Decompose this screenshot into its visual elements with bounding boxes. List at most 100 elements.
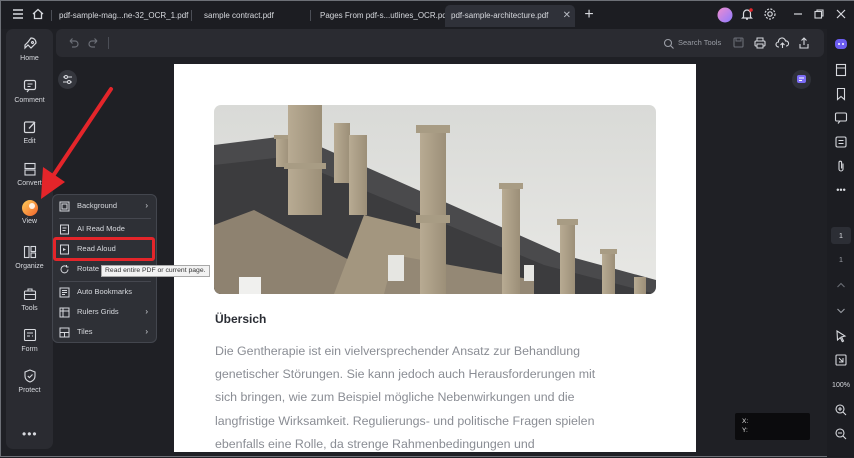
app-window: pdf-sample-mag...ne-32_OCR_1.pdf sample … xyxy=(0,0,854,457)
zoom-in-icon[interactable] xyxy=(834,403,848,417)
restore-window-icon[interactable] xyxy=(811,7,827,23)
sidebar-item-label: Edit xyxy=(23,138,36,145)
hamburger-menu-icon[interactable] xyxy=(10,7,26,23)
undo-icon[interactable] xyxy=(66,36,80,55)
sidebar-item-form[interactable]: Form xyxy=(6,327,53,363)
menu-item-background[interactable]: Background › xyxy=(53,196,156,216)
sliders-icon xyxy=(63,75,72,84)
page-number-box[interactable]: 1 xyxy=(831,227,851,244)
sidebar-item-comment[interactable]: Comment xyxy=(6,78,53,114)
tab-document-2[interactable]: sample contract.pdf xyxy=(198,5,308,27)
menu-item-label: Rotate xyxy=(77,264,100,273)
thumbnails-icon[interactable] xyxy=(834,63,848,77)
submenu-arrow-icon: › xyxy=(145,201,148,210)
search-icon[interactable] xyxy=(663,37,675,55)
tab-document-1[interactable]: pdf-sample-mag...ne-32_OCR_1.pdf xyxy=(53,5,188,27)
sidebar-item-organize[interactable]: Organize xyxy=(6,244,53,280)
menu-item-rulers-grids[interactable]: Rulers Grids › xyxy=(53,302,156,322)
tab-label: pdf-sample-mag...ne-32_OCR_1.pdf xyxy=(59,11,189,20)
avatar[interactable] xyxy=(717,7,733,23)
sidebar-item-label: Organize xyxy=(15,263,44,270)
sidebar-item-label: Form xyxy=(21,346,38,353)
upload-cloud-icon[interactable] xyxy=(775,36,790,55)
select-cursor-icon[interactable] xyxy=(834,329,848,343)
page-count: 1 xyxy=(838,255,844,264)
save-icon[interactable] xyxy=(732,36,745,54)
attachment-icon[interactable] xyxy=(834,159,848,173)
ai-read-mode-icon xyxy=(60,224,69,235)
architecture-photo xyxy=(214,105,656,294)
convert-icon xyxy=(23,162,36,176)
x-coordinate-label: X: xyxy=(742,418,749,425)
view-settings-button[interactable] xyxy=(58,70,77,89)
chevron-down-icon[interactable] xyxy=(834,304,848,318)
share-icon[interactable] xyxy=(797,36,811,55)
y-coordinate-label: Y: xyxy=(742,427,748,434)
sidebar-item-label: Convert xyxy=(17,180,42,187)
minimize-icon[interactable] xyxy=(790,7,806,23)
document-toolbar: Search Tools xyxy=(56,29,824,57)
tools-icon xyxy=(23,288,36,301)
home-icon[interactable] xyxy=(30,7,46,23)
sidebar-item-label: View xyxy=(21,218,38,225)
pdf-page: Übersich Die Gentherapie ist ein vielver… xyxy=(174,64,696,452)
tab-label: Pages From pdf-s...utlines_OCR.pdf xyxy=(320,11,449,20)
sidebar-item-label: Protect xyxy=(18,387,41,394)
sidebar-item-tools[interactable]: Tools xyxy=(6,286,53,322)
close-window-icon[interactable] xyxy=(833,7,849,23)
ai-assistant-button[interactable] xyxy=(792,70,811,89)
fields-icon[interactable] xyxy=(834,135,848,149)
title-bar: pdf-sample-mag...ne-32_OCR_1.pdf sample … xyxy=(1,1,854,29)
fit-page-icon[interactable] xyxy=(834,353,848,367)
more-options-icon[interactable]: ••• xyxy=(22,427,38,441)
add-tab-icon[interactable]: + xyxy=(581,7,597,23)
sidebar-item-convert[interactable]: Convert xyxy=(6,161,53,197)
sidebar-item-view[interactable]: View xyxy=(6,199,53,235)
tab-label: pdf-sample-architecture.pdf xyxy=(451,11,549,20)
sidebar-item-edit[interactable]: Edit xyxy=(6,119,53,155)
redo-icon[interactable] xyxy=(87,36,101,55)
right-sidebar: ••• 1 1 100% xyxy=(827,29,854,457)
tab-document-active[interactable]: pdf-sample-architecture.pdf ✕ xyxy=(445,5,575,27)
menu-item-ai-read-mode[interactable]: AI Read Mode xyxy=(53,219,156,239)
search-tools-label[interactable]: Search Tools xyxy=(678,38,721,47)
menu-item-auto-bookmarks[interactable]: Auto Bookmarks xyxy=(53,282,156,302)
more-panels-icon[interactable]: ••• xyxy=(834,183,848,197)
notification-bell-icon[interactable] xyxy=(739,7,755,23)
rulers-grids-icon xyxy=(59,307,70,318)
bookmark-icon[interactable] xyxy=(834,87,848,101)
comment-icon xyxy=(23,79,36,93)
organize-icon xyxy=(23,245,36,259)
paragraph-line: ebenfalls eine Rolle, da strenge Rahmenb… xyxy=(215,436,535,451)
sidebar-item-label: Tools xyxy=(21,305,38,312)
zoom-out-icon[interactable] xyxy=(834,427,848,441)
tab-document-3[interactable]: Pages From pdf-s...utlines_OCR.pdf xyxy=(314,5,449,27)
coordinates-readout: X: Y: xyxy=(735,413,810,440)
chevron-up-icon[interactable] xyxy=(834,278,848,292)
comments-panel-icon[interactable] xyxy=(834,111,848,125)
paragraph-line: genetischer Störungen. Sie kann jedoch a… xyxy=(215,367,596,382)
protect-icon xyxy=(23,369,36,383)
rotate-icon xyxy=(60,265,69,274)
view-icon xyxy=(21,200,38,216)
zoom-level[interactable]: 100% xyxy=(829,377,853,394)
close-tab-icon[interactable]: ✕ xyxy=(563,5,571,27)
paragraph-line: sich bringen, wie zum Beispiel mögliche … xyxy=(215,390,575,405)
print-icon[interactable] xyxy=(753,36,767,55)
menu-item-label: AI Read Mode xyxy=(77,224,125,233)
sidebar-item-home[interactable]: Home xyxy=(6,36,53,72)
section-heading: Übersich xyxy=(215,312,267,326)
left-sidebar: Home Comment Edit Convert View Organize … xyxy=(6,29,53,449)
rocket-icon xyxy=(23,37,37,50)
menu-item-label: Auto Bookmarks xyxy=(77,287,133,296)
settings-gear-icon[interactable] xyxy=(762,7,778,23)
ai-icon[interactable] xyxy=(834,37,848,51)
sidebar-item-protect[interactable]: Protect xyxy=(6,368,53,404)
auto-bookmarks-icon xyxy=(59,287,70,298)
tab-label: sample contract.pdf xyxy=(204,11,274,20)
document-viewport: Übersich Die Gentherapie ist ein vielver… xyxy=(56,59,824,452)
menu-item-tiles[interactable]: Tiles › xyxy=(53,322,156,342)
sidebar-item-label: Home xyxy=(20,55,39,62)
read-aloud-tooltip: Read entire PDF or current page. xyxy=(101,265,210,277)
ai-chat-icon xyxy=(797,75,806,83)
